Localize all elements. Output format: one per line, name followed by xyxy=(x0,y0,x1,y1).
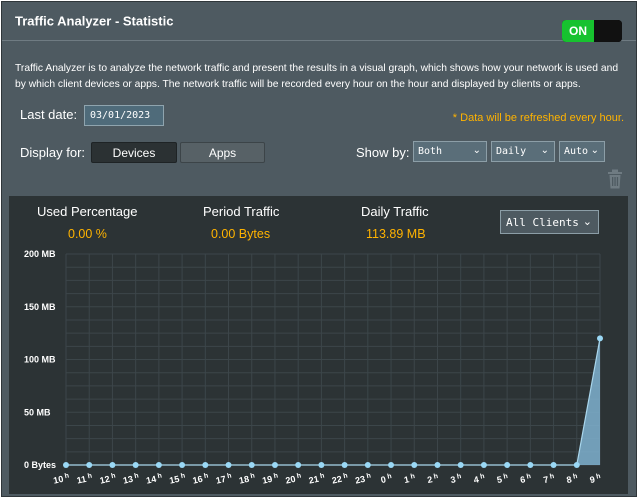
data-point xyxy=(248,462,255,468)
x-tick-label: 9 h xyxy=(589,473,602,485)
x-tick-label: 20 h xyxy=(285,472,303,485)
data-point xyxy=(271,462,278,468)
x-tick-label: 11 h xyxy=(76,473,93,486)
data-point xyxy=(179,462,186,468)
data-point xyxy=(573,462,580,468)
data-point xyxy=(364,462,371,468)
x-tick-label: 3 h xyxy=(450,473,463,485)
data-point xyxy=(527,462,534,468)
data-point xyxy=(480,462,487,468)
x-tick-label: 18 h xyxy=(238,472,256,485)
x-tick-label: 5 h xyxy=(496,473,509,485)
x-tick-label: 22 h xyxy=(331,472,349,485)
traffic-line-series xyxy=(66,338,601,466)
x-tick-label: 0 h xyxy=(380,473,393,485)
data-point xyxy=(411,462,418,468)
data-point xyxy=(388,462,395,468)
y-tick-label: 100 MB xyxy=(24,355,56,365)
x-tick-label: 1 h xyxy=(403,473,416,485)
traffic-area-series xyxy=(66,338,600,465)
data-point xyxy=(109,462,116,468)
y-tick-label: 50 MB xyxy=(24,407,51,417)
x-tick-label: 19 h xyxy=(261,472,279,485)
x-tick-label: 6 h xyxy=(519,473,532,485)
data-point xyxy=(295,462,302,468)
x-tick-label: 16 h xyxy=(192,472,210,485)
data-point xyxy=(550,462,557,468)
x-tick-label: 23 h xyxy=(354,472,372,485)
data-point xyxy=(86,462,93,468)
data-point xyxy=(155,462,162,468)
x-tick-label: 12 h xyxy=(99,472,117,485)
data-point xyxy=(457,462,464,468)
x-tick-label: 10 h xyxy=(52,472,70,485)
y-tick-label: 150 MB xyxy=(24,302,56,312)
x-tick-label: 15 h xyxy=(168,472,186,485)
data-point xyxy=(597,335,603,342)
y-tick-label: 200 MB xyxy=(24,249,56,259)
data-point xyxy=(318,462,325,468)
data-point xyxy=(132,462,139,468)
data-point xyxy=(63,462,69,468)
x-tick-label: 7 h xyxy=(542,473,555,485)
x-tick-label: 13 h xyxy=(122,472,140,485)
x-tick-label: 4 h xyxy=(473,473,486,485)
x-tick-label: 14 h xyxy=(145,472,163,485)
x-tick-label: 2 h xyxy=(426,473,439,485)
data-point xyxy=(434,462,441,468)
traffic-chart: 0 Bytes 50 MB 100 MB 150 MB 200 MB 10 h 11 h 1… xyxy=(24,249,603,486)
y-tick-label: 0 Bytes xyxy=(24,460,56,470)
data-point xyxy=(504,462,511,468)
data-point xyxy=(202,462,209,468)
data-point xyxy=(225,462,232,468)
data-point xyxy=(341,462,348,468)
x-tick-label: 8 h xyxy=(566,473,579,485)
x-tick-label: 21 h xyxy=(308,472,326,485)
x-tick-label: 17 h xyxy=(215,472,233,485)
